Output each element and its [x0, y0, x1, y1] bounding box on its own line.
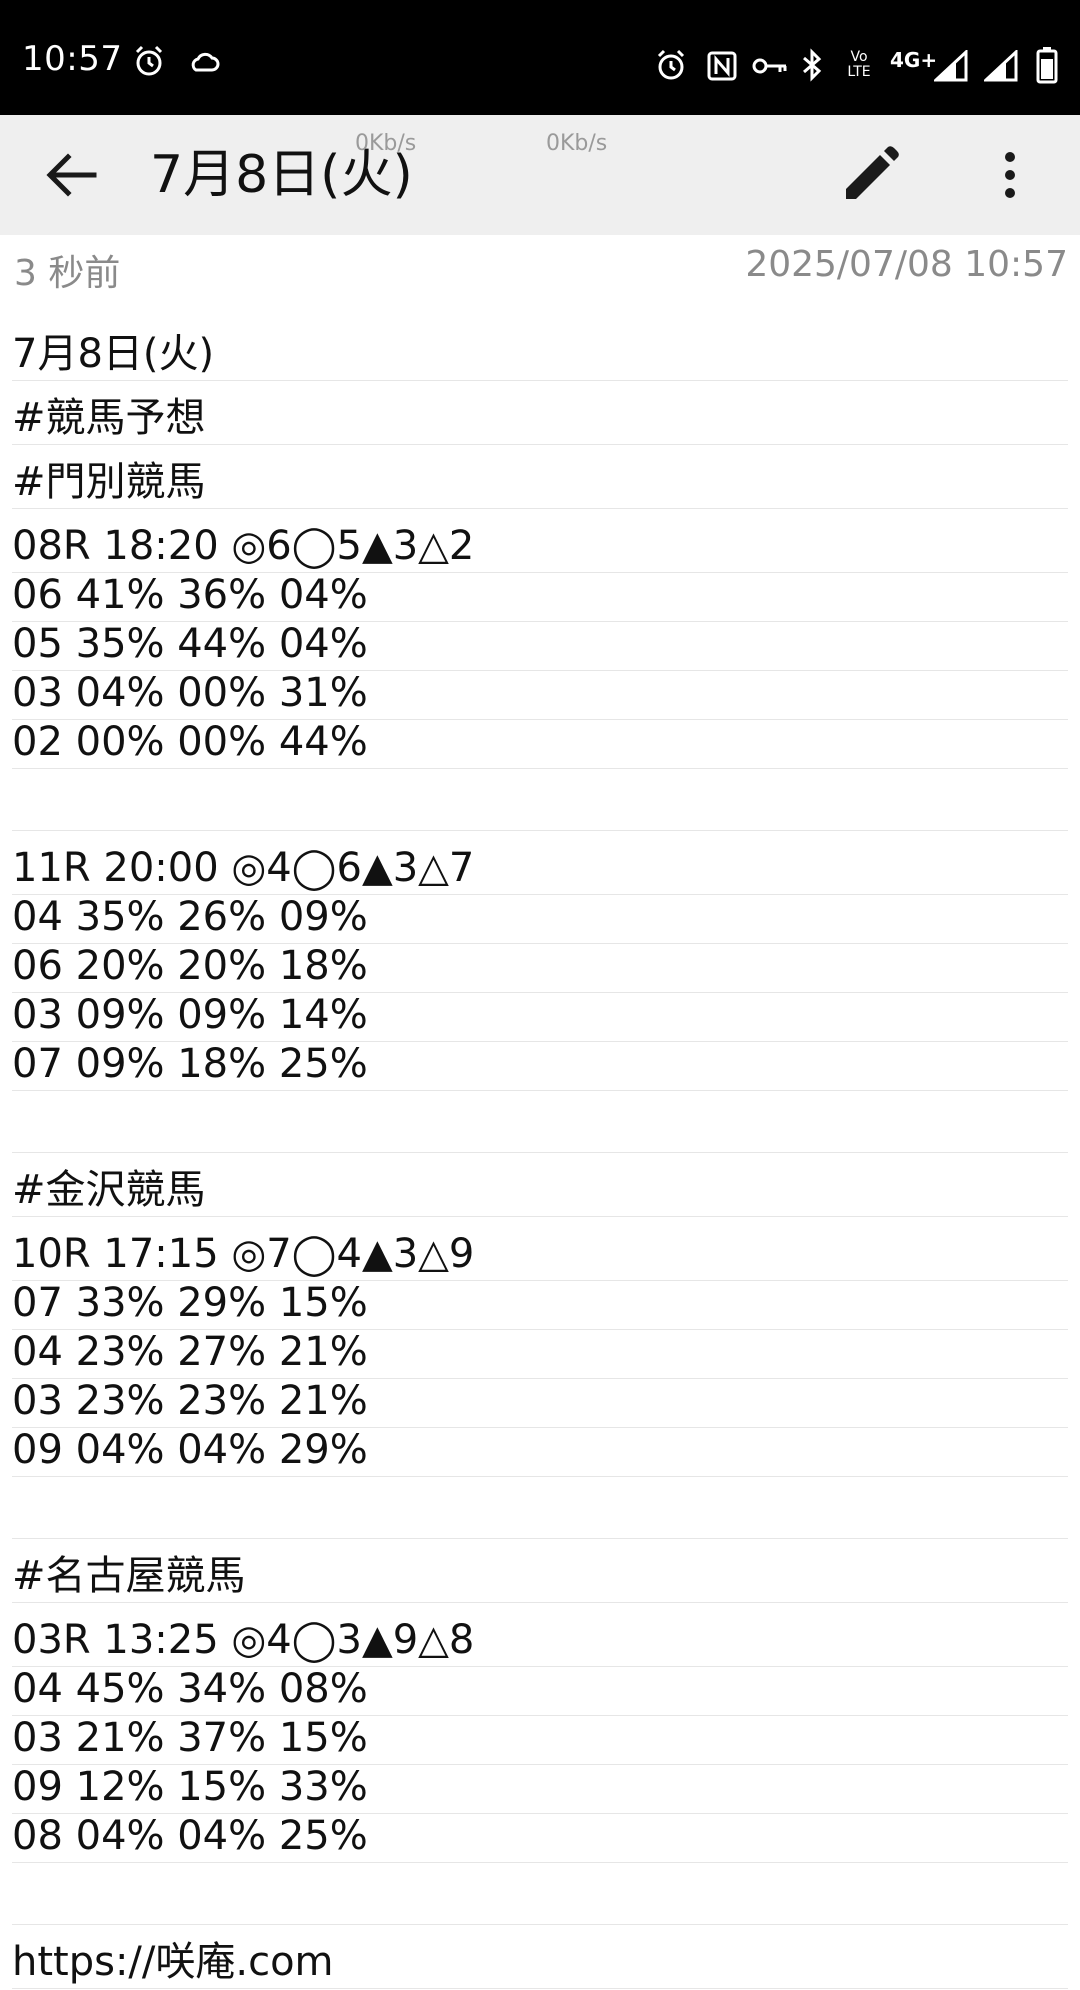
battery-icon: [1036, 47, 1058, 84]
note-line-text: 02 00% 00% 44%: [12, 719, 368, 765]
bluetooth-icon: [803, 48, 822, 82]
network-type: 4G+: [890, 48, 938, 72]
ruled-line: [12, 380, 1068, 381]
app-bar: 7月8日(火) 0Kb/s 0Kb/s: [0, 115, 1080, 235]
signal-icon: [984, 50, 1018, 82]
volte-bottom-text: LTE: [847, 64, 871, 80]
note-line-text: 03 04% 00% 31%: [12, 670, 368, 716]
note-line-text: 04 35% 26% 09%: [12, 894, 368, 940]
timestamp: 2025/07/08 10:57: [745, 244, 1068, 285]
volte-top-text: Vo: [850, 49, 868, 65]
note-line: #門別競馬: [0, 446, 1080, 510]
note-line-text: 04 45% 34% 08%: [12, 1666, 368, 1712]
note-line: #金沢競馬: [0, 1154, 1080, 1218]
ruled-line: [12, 1602, 1068, 1603]
note-line: 06 20% 20% 18%: [0, 943, 1080, 994]
note-line-text: 07 09% 18% 25%: [12, 1041, 368, 1087]
note-line: 04 45% 34% 08%: [0, 1666, 1080, 1717]
ruled-line: [12, 1538, 1068, 1539]
note-line-text: 03R 13:25 ◎4◯3▲9△8: [12, 1617, 475, 1663]
ruled-line: [12, 1862, 1068, 1863]
note-line-text: 05 35% 44% 04%: [12, 621, 368, 667]
note-line-text: 03 23% 23% 21%: [12, 1378, 368, 1424]
note-line-text: 08 04% 04% 25%: [12, 1813, 368, 1859]
note-line: 07 09% 18% 25%: [0, 1041, 1080, 1092]
note-line: 7月8日(火): [0, 318, 1080, 382]
note-line: 03 23% 23% 21%: [0, 1378, 1080, 1429]
note-line-text: 03 09% 09% 14%: [12, 992, 368, 1038]
status-time: 10:57: [22, 39, 123, 79]
note-line-text: 08R 18:20 ◎6◯5▲3△2: [12, 523, 475, 569]
note-line: 09 04% 04% 29%: [0, 1427, 1080, 1478]
note-line: #名古屋競馬: [0, 1540, 1080, 1604]
note-line: 02 00% 00% 44%: [0, 719, 1080, 770]
note-line-text: 09 04% 04% 29%: [12, 1427, 368, 1473]
note-line: 06 41% 36% 04%: [0, 572, 1080, 623]
note-line-text: 07 33% 29% 15%: [12, 1280, 368, 1326]
ruled-line: [12, 1476, 1068, 1477]
ruled-line: [12, 830, 1068, 831]
note-line: 10R 17:15 ◎7◯4▲3△9: [0, 1218, 1080, 1282]
note-line-text: 10R 17:15 ◎7◯4▲3△9: [12, 1231, 475, 1277]
note-line: 03 09% 09% 14%: [0, 992, 1080, 1043]
note-line-text: 06 41% 36% 04%: [12, 572, 368, 618]
ruled-line: [12, 508, 1068, 509]
nfc-icon: [707, 51, 737, 81]
note-line: 11R 20:00 ◎4◯6▲3△7: [0, 832, 1080, 896]
note-line-text: #名古屋競馬: [12, 1553, 246, 1599]
ruled-line: [12, 1090, 1068, 1091]
relative-time: 3 秒前: [14, 253, 121, 294]
note-line-text: 11R 20:00 ◎4◯6▲3△7: [12, 845, 475, 891]
note-line-text: #門別競馬: [12, 459, 206, 505]
note-meta-row: 3 秒前 2025/07/08 10:57: [0, 240, 1080, 294]
note-line-text: https://咲庵.com: [12, 1939, 334, 1985]
note-line: 04 35% 26% 09%: [0, 894, 1080, 945]
note-line: 05 35% 44% 04%: [0, 621, 1080, 672]
note-line: 08R 18:20 ◎6◯5▲3△2: [0, 510, 1080, 574]
note-line: https://咲庵.com: [0, 1926, 1080, 1990]
status-bar: 10:57 Vo LTE 4G+: [0, 0, 1080, 115]
ruled-line: [12, 444, 1068, 445]
signal-icon: [934, 50, 968, 82]
note-line: 03 04% 00% 31%: [0, 670, 1080, 721]
note-line-text: 04 23% 27% 21%: [12, 1329, 368, 1375]
note-line-text: #競馬予想: [12, 395, 206, 441]
more-options-icon[interactable]: [990, 143, 1030, 207]
note-line-text: 09 12% 15% 33%: [12, 1764, 368, 1810]
note-line: 03R 13:25 ◎4◯3▲9△8: [0, 1604, 1080, 1668]
note-line: 07 33% 29% 15%: [0, 1280, 1080, 1331]
network-speed-label: 0Kb/s: [546, 131, 608, 156]
note-blank-line: [0, 770, 1080, 832]
cloud-icon: [191, 52, 220, 72]
note-blank-line: [0, 1864, 1080, 1926]
note-blank-line: [0, 1478, 1080, 1540]
note-line: 08 04% 04% 25%: [0, 1813, 1080, 1864]
volte-icon: Vo LTE: [842, 50, 876, 80]
note-line: #競馬予想: [0, 382, 1080, 446]
vpn-key-icon: [752, 58, 787, 74]
edit-pencil-icon[interactable]: [838, 143, 902, 207]
note-line-text: #金沢競馬: [12, 1167, 206, 1213]
note-line: 03 21% 37% 15%: [0, 1715, 1080, 1766]
alarm-icon: [657, 49, 685, 80]
ruled-line: [12, 768, 1068, 769]
note-line-text: 03 21% 37% 15%: [12, 1715, 368, 1761]
note-line: 04 23% 27% 21%: [0, 1329, 1080, 1380]
alarm-icon: [135, 45, 163, 76]
note-line-text: 06 20% 20% 18%: [12, 943, 368, 989]
back-arrow-icon[interactable]: [40, 143, 104, 207]
note-blank-line: [0, 1092, 1080, 1154]
note-line: 09 12% 15% 33%: [0, 1764, 1080, 1815]
ruled-line: [12, 1988, 1068, 1989]
ruled-line: [12, 1216, 1068, 1217]
ruled-line: [12, 1924, 1068, 1925]
note-line-text: 7月8日(火): [12, 331, 215, 377]
network-speed-label: 0Kb/s: [355, 131, 417, 156]
ruled-line: [12, 1152, 1068, 1153]
